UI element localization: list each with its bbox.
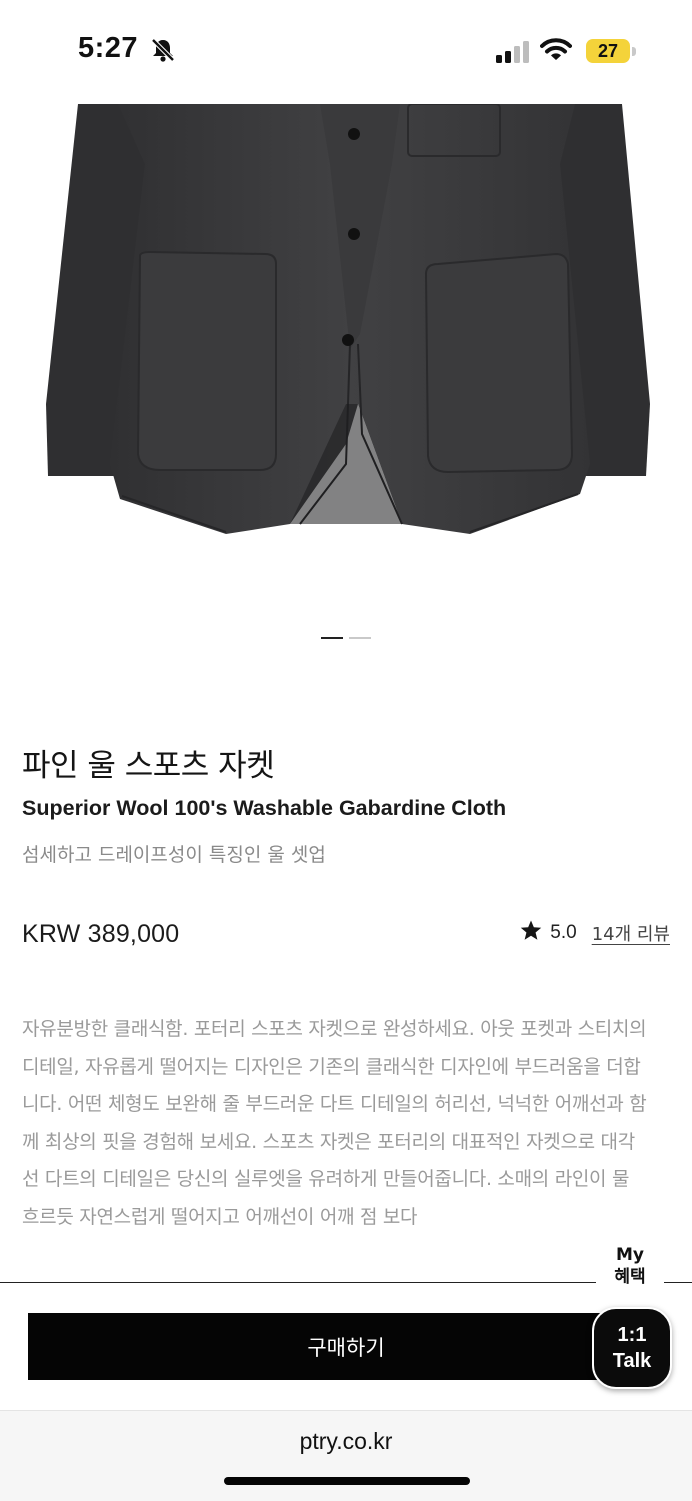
- battery-nub: [632, 47, 636, 56]
- benefit-line1: My: [616, 1245, 644, 1265]
- product-title-ko: 파인 울 스포츠 자켓: [22, 748, 275, 784]
- battery-icon: 27: [586, 39, 630, 63]
- status-bar: 5:27 27: [0, 0, 692, 104]
- product-title-en: Superior Wool 100's Washable Gabardine C…: [22, 796, 507, 820]
- url-bar[interactable]: [0, 1410, 692, 1501]
- benefit-line2: 혜택: [614, 1267, 646, 1287]
- review-link[interactable]: 14개 리뷰: [592, 920, 670, 946]
- carousel-dot-2[interactable]: [349, 637, 371, 639]
- product-subtitle: 섬세하고 드레이프성이 특징인 울 셋업: [22, 844, 326, 866]
- buy-button[interactable]: 구매하기: [28, 1313, 664, 1380]
- carousel-indicator: [321, 637, 371, 639]
- signal-icon: [496, 41, 532, 67]
- divider: [0, 1282, 692, 1283]
- my-benefit-button[interactable]: My 혜택: [596, 1238, 664, 1294]
- talk-line2: Talk: [612, 1350, 652, 1372]
- talk-line1: 1:1: [617, 1324, 647, 1346]
- url-text[interactable]: ptry.co.kr: [0, 1428, 692, 1455]
- home-indicator[interactable]: [224, 1477, 470, 1485]
- wifi-icon: [540, 38, 572, 66]
- product-description: 자유분방한 클래식함. 포터리 스포츠 자켓으로 완성하세요. 아웃 포켓과 스…: [22, 1018, 647, 1228]
- carousel-dot-1[interactable]: [321, 637, 343, 639]
- rating-score: 5.0: [550, 922, 577, 943]
- jacket-illustration: [46, 104, 650, 534]
- product-price: KRW 389,000: [22, 920, 180, 948]
- bell-slash-icon: [150, 38, 176, 66]
- rating: 5.0 14개 리뷰: [520, 920, 670, 946]
- star-icon: [520, 920, 542, 946]
- status-time: 5:27: [78, 32, 139, 64]
- product-image[interactable]: [0, 104, 692, 624]
- talk-button[interactable]: 1:1 Talk: [592, 1307, 672, 1389]
